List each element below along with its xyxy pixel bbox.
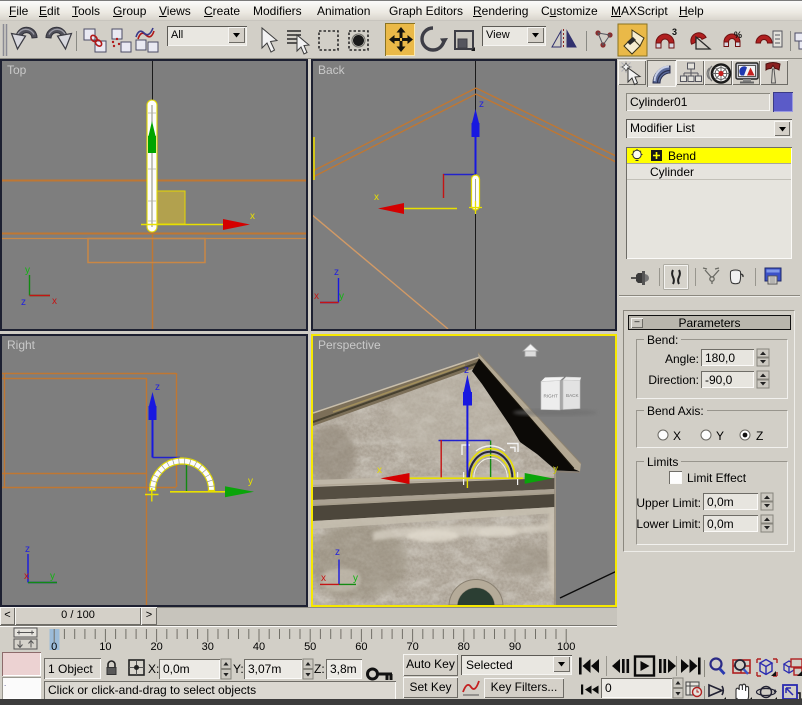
svg-text:z: z [335, 547, 340, 558]
svg-text:x: x [24, 571, 29, 582]
svg-text:3: 3 [672, 27, 677, 37]
svg-text:x: x [52, 296, 57, 307]
svg-text:z: z [334, 267, 339, 278]
svg-text:RIGHT: RIGHT [544, 394, 558, 399]
svg-text:BACK: BACK [566, 393, 579, 398]
svg-text:z: z [464, 365, 469, 376]
svg-text:x: x [377, 465, 382, 476]
svg-text:y: y [248, 476, 253, 487]
svg-text:z: z [155, 382, 160, 393]
svg-text:x: x [374, 192, 379, 203]
svg-text:z: z [21, 297, 26, 308]
svg-text:y: y [50, 571, 55, 582]
svg-text:y: y [353, 573, 358, 584]
svg-text:z: z [479, 99, 484, 110]
svg-text:x: x [314, 291, 319, 302]
svg-text:y: y [25, 265, 30, 276]
svg-text:z: z [25, 544, 30, 555]
svg-text:x: x [250, 211, 255, 222]
svg-text:y: y [553, 464, 558, 475]
svg-text:%: % [734, 30, 742, 40]
svg-text:y: y [339, 291, 344, 302]
svg-text:x: x [321, 573, 326, 584]
